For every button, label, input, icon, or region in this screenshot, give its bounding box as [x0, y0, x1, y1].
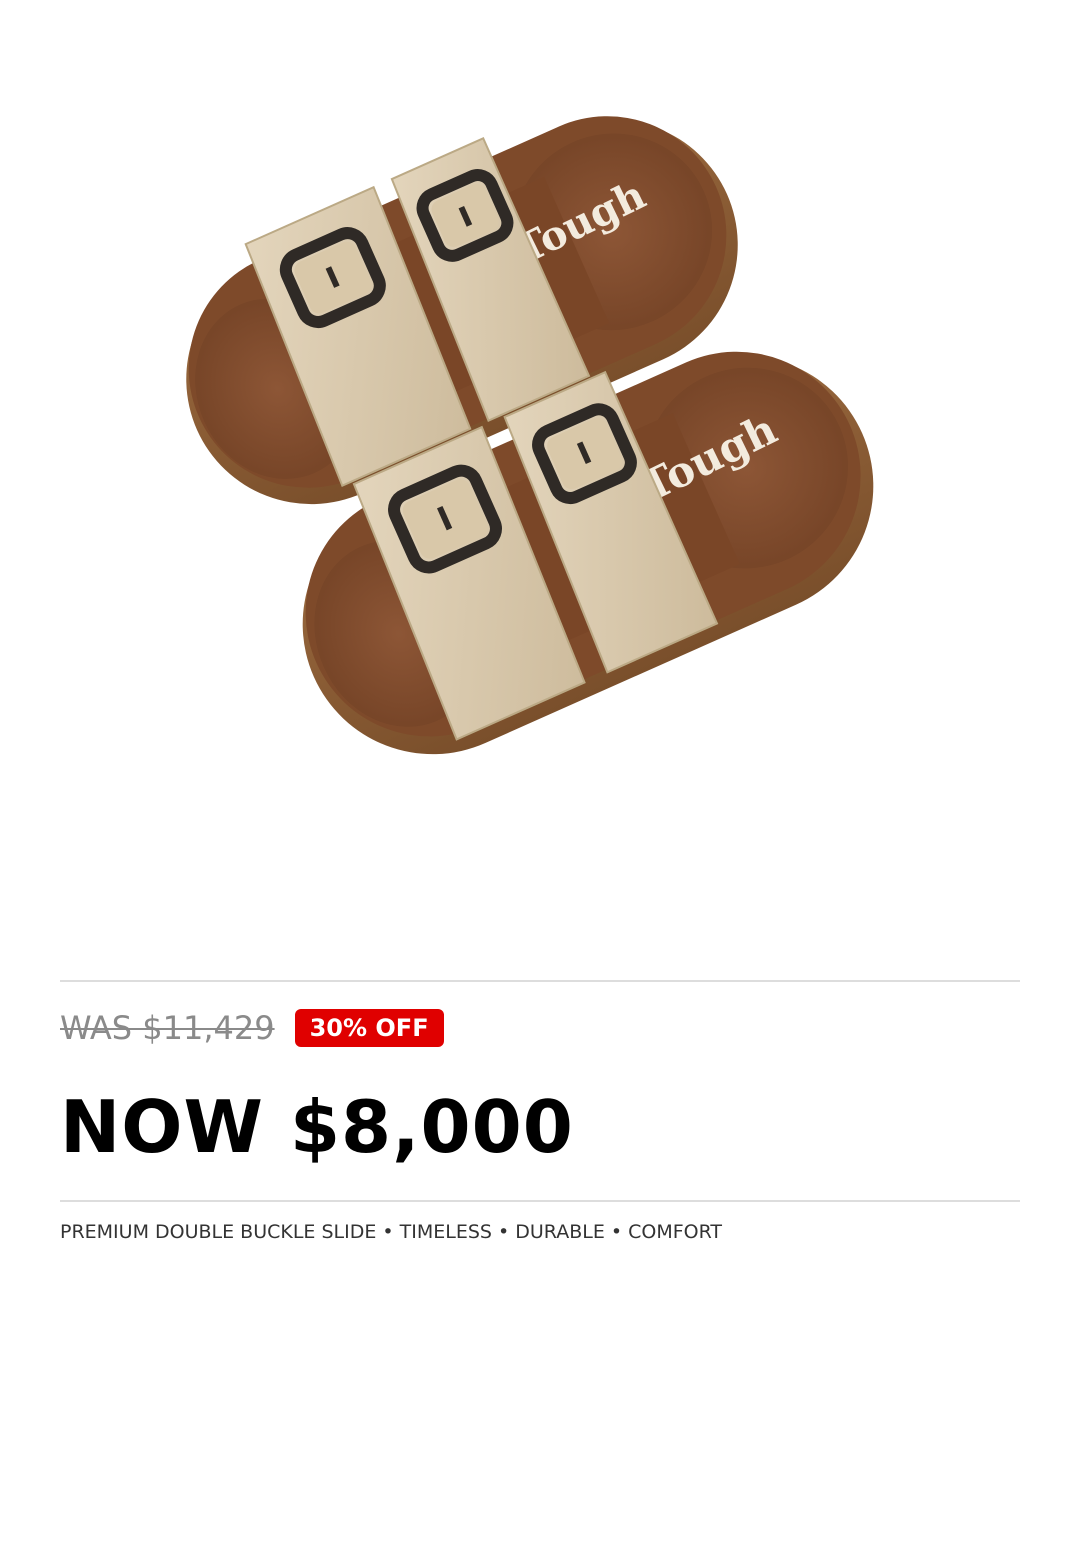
sale-price: NOW $8,000	[60, 1085, 574, 1169]
divider-top	[60, 980, 1020, 982]
divider-bottom	[60, 1200, 1020, 1202]
discount-badge: 30% OFF	[294, 1009, 444, 1047]
feature-tagline: PREMIUM DOUBLE BUCKLE SLIDE • TIMELESS •…	[60, 1221, 723, 1243]
original-price: WAS $11,429	[60, 1009, 275, 1047]
product-image: Tough Tough	[0, 0, 1080, 940]
original-price-row: WAS $11,429 30% OFF	[60, 1008, 444, 1048]
double-buckle-slide-sandals-image: Tough Tough	[186, 116, 874, 755]
